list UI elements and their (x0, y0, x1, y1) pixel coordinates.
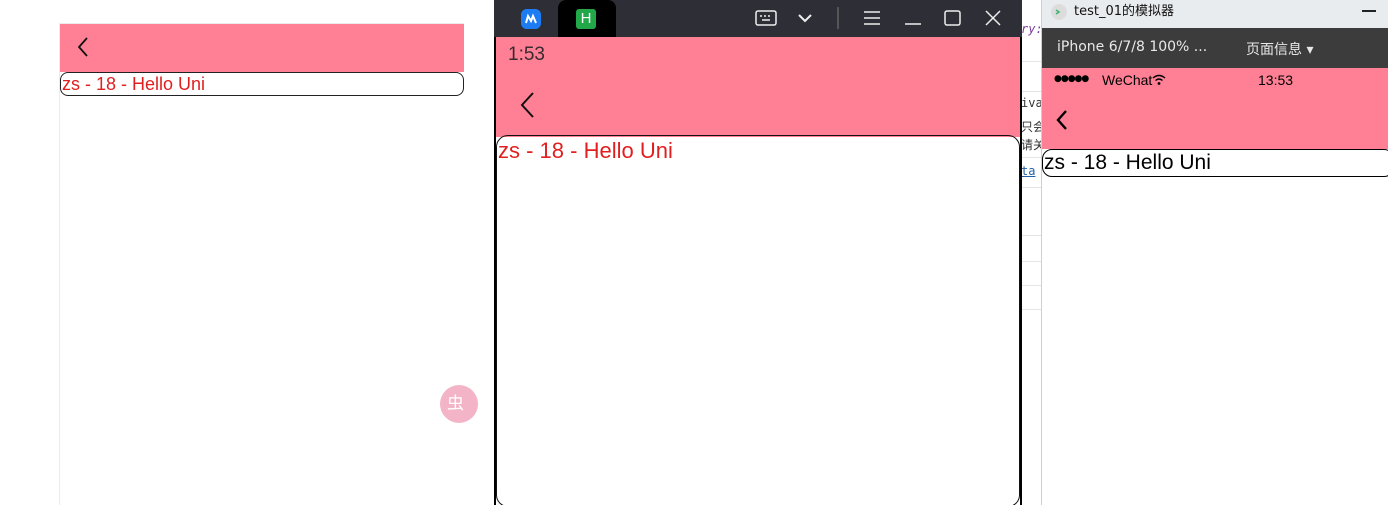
keyboard-icon (755, 10, 777, 26)
wechat-simulator-window: test_01的模拟器 iPhone 6/7/8 100% ... 页面信息 ▾… (1041, 0, 1388, 505)
emulator-titlebar: H (494, 0, 1022, 37)
simulator-titlebar: test_01的模拟器 (1042, 0, 1388, 28)
content-text: zs - 18 - Hello Uni (62, 74, 206, 94)
content-text: zs - 18 - Hello Uni (1044, 151, 1211, 174)
content-box: zs - 18 - Hello Uni (60, 72, 464, 96)
maximize-icon (944, 10, 961, 26)
devtools-logo-icon (1051, 4, 1067, 20)
code-fragment: ta (1022, 164, 1036, 178)
page-info-dropdown[interactable]: 页面信息 ▾ (1246, 39, 1313, 59)
maximize-button[interactable] (938, 0, 968, 37)
wechat-status-and-nav-bar: ●●●●● WeChat 13:53 (1042, 68, 1388, 149)
code-line (1022, 262, 1041, 286)
debug-float-label: 虫 (447, 394, 464, 414)
back-arrow-icon[interactable] (76, 36, 90, 58)
dcloud-app-icon (521, 9, 541, 29)
menu-button[interactable] (857, 0, 887, 37)
device-selector[interactable]: iPhone 6/7/8 100% ... (1057, 39, 1207, 55)
titlebar-divider (837, 7, 839, 29)
wifi-icon (1152, 74, 1166, 85)
content-box: zs - 18 - Hello Uni (496, 135, 1020, 505)
simulator-title: test_01的模拟器 (1074, 4, 1175, 19)
code-fragment: ry: (1022, 22, 1041, 36)
code-line: ry: (1022, 0, 1041, 62)
minimize-button[interactable] (898, 0, 928, 37)
tab-hbuilder-app[interactable]: H (558, 0, 616, 37)
content-text: zs - 18 - Hello Uni (498, 138, 673, 163)
code-line: iva 只会 请关 (1022, 92, 1041, 158)
code-line (1022, 236, 1041, 262)
desktop: zs - 18 - Hello Uni 虫 H 1:53 zs - 18 - H… (0, 0, 1388, 505)
carrier-label: WeChat (1102, 72, 1153, 88)
tab-dcloud-app[interactable] (512, 0, 556, 37)
code-fragment: iva (1022, 96, 1041, 110)
status-time: 13:53 (1258, 72, 1294, 88)
dropdown-button[interactable] (790, 0, 820, 37)
code-fragment: 请关 (1022, 138, 1041, 152)
minimize-icon (905, 23, 921, 25)
keyboard-button[interactable] (750, 0, 780, 37)
hbuilder-icon-label: H (580, 10, 592, 27)
status-and-nav-bar: 1:53 (496, 37, 1020, 137)
back-arrow-icon[interactable] (1055, 108, 1069, 132)
code-line (1022, 62, 1041, 92)
status-time: 1:53 (508, 44, 545, 65)
code-line: ta (1022, 158, 1041, 188)
simulator-toolbar: iPhone 6/7/8 100% ... 页面信息 ▾ (1042, 28, 1388, 68)
code-line (1022, 286, 1041, 310)
close-icon (985, 10, 1001, 26)
close-button[interactable] (978, 0, 1008, 37)
code-fragment: 只会 (1022, 120, 1041, 134)
hbuilder-h-icon: H (576, 9, 596, 29)
navigation-bar (60, 24, 464, 72)
debug-float-button[interactable]: 虫 (440, 385, 478, 423)
content-box: zs - 18 - Hello Uni (1042, 149, 1388, 177)
code-editor-strip: ry: iva 只会 请关 ta (1022, 0, 1041, 505)
menu-icon (864, 11, 880, 25)
emulator-window: H 1:53 zs - 18 - Hello Uni (494, 0, 1022, 505)
back-arrow-icon[interactable] (518, 91, 536, 119)
chevron-down-icon (798, 14, 812, 23)
signal-icon: ●●●●● (1054, 74, 1089, 84)
code-line (1022, 188, 1041, 236)
minimize-icon[interactable] (1362, 10, 1376, 12)
emulator-screen: 1:53 zs - 18 - Hello Uni (494, 37, 1022, 505)
browser-preview-panel: zs - 18 - Hello Uni 虫 (59, 23, 478, 505)
